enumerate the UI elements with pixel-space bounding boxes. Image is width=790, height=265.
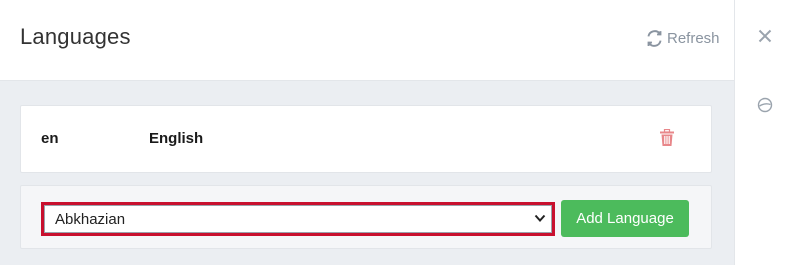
language-row: en English [20, 105, 712, 173]
modal-header: Languages Refresh [0, 0, 734, 81]
refresh-label: Refresh [667, 29, 720, 47]
add-language-button[interactable]: Add Language [561, 200, 689, 237]
trash-icon [660, 128, 674, 146]
language-code: en [41, 130, 59, 147]
page: Languages Refresh en English Abkhazian A… [0, 0, 790, 265]
language-select[interactable]: Abkhazian [44, 205, 552, 233]
close-icon[interactable] [757, 28, 773, 44]
refresh-icon [646, 29, 663, 47]
language-select-highlight: Abkhazian [41, 202, 555, 236]
modal-body: en English Abkhazian Add Language [0, 81, 734, 265]
modal-title: Languages [20, 24, 131, 49]
circle-slash-icon[interactable] [757, 97, 773, 113]
languages-modal: Languages Refresh en English Abkhazian A… [0, 0, 735, 265]
add-language-row: Abkhazian Add Language [20, 185, 712, 249]
delete-language-button[interactable] [659, 128, 677, 149]
refresh-button[interactable]: Refresh [646, 27, 720, 49]
language-name: English [149, 130, 204, 147]
